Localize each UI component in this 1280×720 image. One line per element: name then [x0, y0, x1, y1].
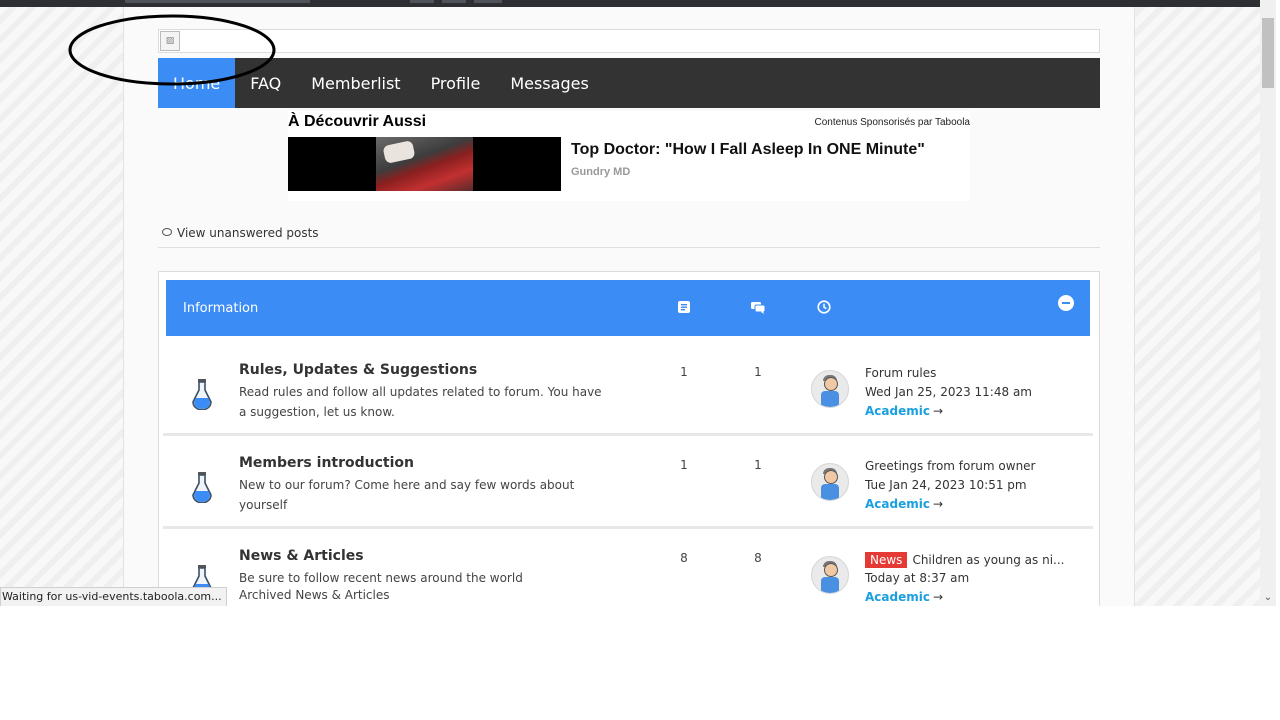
last-post-date: Tue Jan 24, 2023 10:51 pm	[865, 478, 1027, 492]
forum-title[interactable]: News & Articles	[239, 548, 364, 564]
forum-description: New to our forum? Come here and say few …	[239, 478, 575, 512]
arrow-right-icon[interactable]: →	[933, 590, 943, 604]
last-post-user-name[interactable]: Academic	[865, 404, 930, 418]
browser-viewport: ▨ Home FAQ Memberlist Profile Messages À…	[0, 0, 1260, 606]
forum-row: Members introduction New to our forum? C…	[163, 436, 1093, 529]
page-wrapper: ▨ Home FAQ Memberlist Profile Messages À…	[123, 7, 1135, 606]
last-post-user[interactable]: Academic →	[865, 497, 943, 511]
view-unanswered-link[interactable]: View unanswered posts	[162, 226, 319, 240]
avatar[interactable]	[811, 370, 849, 408]
nav-profile[interactable]: Profile	[416, 58, 496, 108]
main-nav: Home FAQ Memberlist Profile Messages	[158, 58, 1100, 108]
arrow-right-icon[interactable]: →	[933, 404, 943, 418]
scroll-thumb[interactable]	[1262, 18, 1274, 88]
topic-count: 8	[680, 551, 688, 565]
last-post-user-name[interactable]: Academic	[865, 497, 930, 511]
arrow-right-icon[interactable]: →	[933, 497, 943, 511]
ad-headline[interactable]: Top Doctor: "How I Fall Asleep In ONE Mi…	[571, 141, 925, 159]
ad-section-title: À Découvrir Aussi	[288, 113, 427, 130]
clock-icon	[817, 300, 831, 314]
subforum-link[interactable]: Archived News & Articles	[239, 588, 390, 602]
ad-sponsor-label[interactable]: Contenus Sponsorisés par Taboola	[815, 117, 970, 128]
avatar[interactable]	[811, 556, 849, 594]
last-post-title-text[interactable]: Children as young as ni...	[912, 553, 1064, 567]
sponsored-ad: À Découvrir Aussi Contenus Sponsorisés p…	[288, 111, 970, 201]
topic-count: 1	[680, 365, 688, 379]
ad-source[interactable]: Gundry MD	[571, 166, 630, 178]
last-post-title[interactable]: Greetings from forum owner	[865, 459, 1036, 473]
post-count: 1	[754, 458, 762, 472]
view-unanswered-label: View unanswered posts	[177, 226, 319, 240]
status-bar: Waiting for us-vid-events.taboola.com...	[0, 587, 227, 606]
collapse-icon[interactable]	[1058, 295, 1074, 311]
flask-icon	[192, 472, 212, 503]
avatar[interactable]	[811, 463, 849, 501]
nav-messages[interactable]: Messages	[495, 58, 603, 108]
topics-icon	[678, 301, 690, 313]
scroll-up-arrow[interactable]	[1260, 0, 1276, 16]
post-count: 1	[754, 365, 762, 379]
forum-row: Rules, Updates & Suggestions Read rules …	[163, 343, 1093, 436]
logo-bar: ▨	[158, 29, 1100, 53]
forum-title[interactable]: Rules, Updates & Suggestions	[239, 362, 477, 378]
forum-row: News & Articles Be sure to follow recent…	[163, 529, 1093, 606]
last-post-title[interactable]: News Children as young as ni...	[865, 552, 1065, 568]
post-count: 8	[754, 551, 762, 565]
category-header: Information	[166, 280, 1090, 336]
news-badge: News	[865, 552, 908, 568]
chevron-down-icon[interactable]: ⌄	[1260, 590, 1276, 606]
nav-memberlist[interactable]: Memberlist	[296, 58, 415, 108]
top-bar	[0, 0, 1260, 7]
last-post-user[interactable]: Academic →	[865, 404, 943, 418]
forum-description: Read rules and follow all updates relate…	[239, 385, 602, 419]
divider	[158, 247, 1100, 248]
topic-count: 1	[680, 458, 688, 472]
last-post-user-name[interactable]: Academic	[865, 590, 930, 604]
category-title[interactable]: Information	[183, 301, 258, 316]
forum-list: Information Rules, Updates & Suggestions…	[158, 271, 1100, 606]
vertical-scrollbar[interactable]: ⌄	[1260, 0, 1276, 606]
posts-icon	[751, 302, 765, 314]
last-post-date: Wed Jan 25, 2023 11:48 am	[865, 385, 1032, 399]
forum-description: Be sure to follow recent news around the…	[239, 571, 523, 585]
last-post-title[interactable]: Forum rules	[865, 366, 936, 380]
last-post-date: Today at 8:37 am	[865, 571, 970, 585]
ad-photo	[376, 137, 473, 191]
annotation-circle	[68, 14, 276, 86]
ad-thumbnail[interactable]	[288, 137, 561, 191]
last-post-user[interactable]: Academic →	[865, 590, 943, 604]
flask-icon	[192, 379, 212, 410]
speech-bubble-icon	[162, 228, 172, 236]
forum-title[interactable]: Members introduction	[239, 455, 414, 471]
